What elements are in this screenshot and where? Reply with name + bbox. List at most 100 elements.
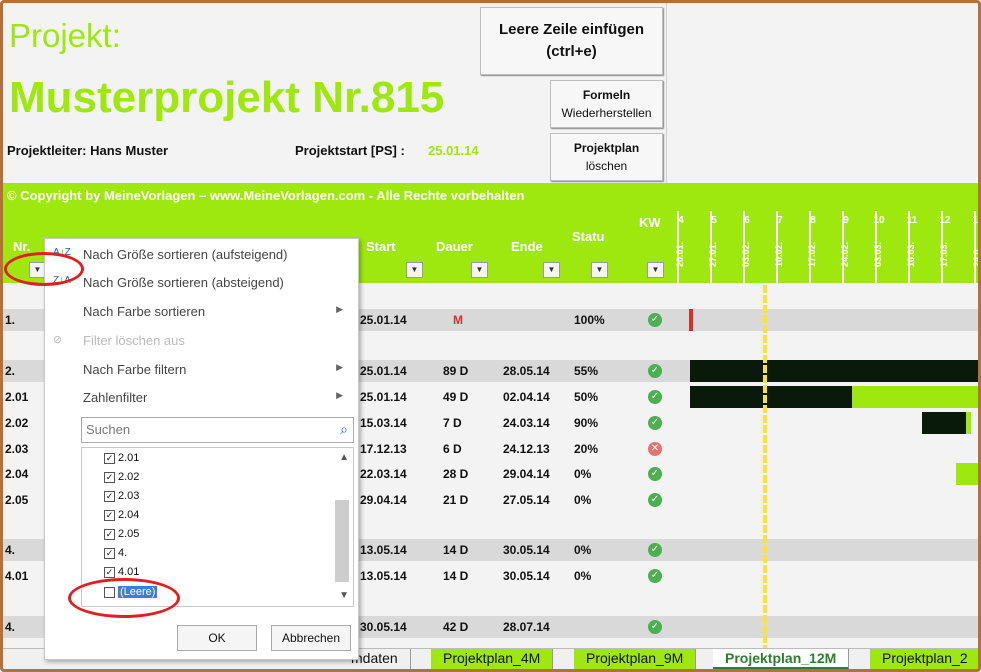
- cell-status: 0%: [574, 467, 592, 481]
- highlight-ring-filter: [4, 252, 84, 286]
- check-icon: ✓: [648, 364, 662, 378]
- checkbox-item[interactable]: ✓ 2.01: [104, 452, 139, 464]
- cell-nr: 2.: [5, 364, 16, 378]
- checkbox-item[interactable]: ✓ 2.03: [104, 490, 139, 502]
- gantt-week-cell: [896, 616, 918, 638]
- checkbox-label: 2.02: [118, 471, 140, 483]
- gantt-week-cell: [764, 616, 786, 638]
- cell-status: 0%: [574, 493, 592, 507]
- menu-number-filter-label: Zahlenfilter: [83, 390, 148, 405]
- col-nr: Nr.: [13, 239, 31, 254]
- project-label: Projekt:: [9, 17, 121, 54]
- gantt-week-cell: [731, 616, 753, 638]
- cell-nr: 2.01: [5, 390, 29, 404]
- scroll-down-icon[interactable]: ▼: [339, 590, 349, 601]
- checkbox-label: 2.05: [118, 528, 140, 540]
- cell-ende: 02.04.14: [503, 390, 550, 404]
- cell-start: 30.05.14: [360, 620, 407, 634]
- tab-projektplan-12m[interactable]: Projektplan_12M: [713, 649, 850, 669]
- menu-number-filter[interactable]: Zahlenfilter ▶: [83, 390, 353, 405]
- cell-dauer: 21 D: [443, 493, 469, 507]
- cell-ende: 28.05.14: [503, 364, 550, 378]
- cell-ende: 30.05.14: [503, 543, 550, 557]
- menu-clear-filter: Filter löschen aus: [83, 333, 185, 348]
- filter-dropdown-status[interactable]: ▼: [591, 262, 608, 278]
- highlight-ring-blank: [68, 578, 180, 618]
- search-icon: ⌕: [340, 421, 348, 437]
- cell-nr: 4.01: [5, 569, 29, 583]
- checkbox-item[interactable]: ✓ 2.05: [104, 528, 139, 540]
- menu-sort-desc[interactable]: Nach Größe sortieren (absteigend): [83, 275, 284, 290]
- checkbox-checked[interactable]: ✓: [104, 452, 115, 464]
- tab-projektplan-2[interactable]: Projektplan_2: [870, 649, 978, 669]
- cell-status: 90%: [574, 416, 599, 430]
- tab-projektplan-4m[interactable]: Projektplan_4M: [431, 649, 554, 669]
- gantt-bar-progress: [690, 386, 852, 408]
- check-icon: ✓: [648, 313, 662, 327]
- menu-sort-color-label: Nach Farbe sortieren: [83, 304, 206, 319]
- delete-plan-sub: löschen: [585, 159, 628, 173]
- cell-status: 50%: [574, 390, 599, 404]
- filter-dropdown-ende[interactable]: ▼: [543, 262, 560, 278]
- checkbox-item[interactable]: ✓ 2.04: [104, 509, 139, 521]
- cell-start: 15.03.14: [360, 416, 407, 430]
- list-scrollbar[interactable]: [335, 500, 349, 582]
- checkbox-item[interactable]: ✓ 4.: [104, 547, 127, 559]
- col-start: Start: [366, 239, 396, 254]
- week-date: 27.01.: [708, 241, 718, 267]
- menu-sort-color[interactable]: Nach Farbe sortieren ▶: [83, 304, 353, 319]
- insert-row-label: Leere Zeile einfügen: [498, 21, 645, 38]
- checkbox-checked[interactable]: ✓: [104, 566, 115, 578]
- cell-start: 13.05.14: [360, 569, 407, 583]
- gantt-week-cell: [731, 309, 753, 331]
- gantt-week-cell: [962, 616, 978, 638]
- cell-start: 13.05.14: [360, 543, 407, 557]
- project-leader: Projektleiter: Hans Muster: [7, 143, 169, 158]
- cell-ende: 30.05.14: [503, 569, 550, 583]
- check-icon: ✓: [648, 543, 662, 557]
- checkbox-checked[interactable]: ✓: [104, 490, 115, 502]
- cell-dauer: M: [453, 313, 463, 327]
- checkbox-item[interactable]: ✓ 2.02: [104, 471, 139, 483]
- checkbox-label: 2.01: [118, 452, 140, 464]
- gantt-week-cell: [929, 309, 951, 331]
- cell-nr: 2.03: [5, 442, 29, 456]
- week-date: 10.03.: [906, 241, 916, 267]
- cancel-button[interactable]: Abbrechen: [271, 625, 351, 651]
- menu-sort-asc[interactable]: Nach Größe sortieren (aufsteigend): [83, 247, 287, 262]
- checkbox-checked[interactable]: ✓: [104, 471, 115, 483]
- filter-dropdown-dauer[interactable]: ▼: [471, 262, 488, 278]
- menu-filter-color[interactable]: Nach Farbe filtern ▶: [83, 362, 353, 377]
- cell-status: 0%: [574, 569, 592, 583]
- delete-plan-button[interactable]: Projektplan löschen: [550, 133, 663, 181]
- check-icon: ✓: [648, 569, 662, 583]
- week-number: 8: [810, 215, 816, 226]
- cell-nr: 4.: [5, 543, 16, 557]
- week-number: 13: [972, 215, 978, 226]
- checkbox-checked[interactable]: ✓: [104, 528, 115, 540]
- insert-row-button[interactable]: Leere Zeile einfügen (ctrl+e): [480, 7, 663, 75]
- filter-dropdown-start[interactable]: ▼: [406, 262, 423, 278]
- gantt-week-cell: [797, 616, 819, 638]
- ok-button[interactable]: OK: [177, 625, 257, 651]
- project-name: Musterprojekt Nr.815: [9, 73, 445, 122]
- scroll-up-icon[interactable]: ▲: [339, 452, 349, 463]
- filter-dropdown-kw[interactable]: ▼: [647, 262, 664, 278]
- check-icon: ✓: [648, 416, 662, 430]
- checkbox-label: 2.03: [118, 490, 140, 502]
- checkbox-checked[interactable]: ✓: [104, 509, 115, 521]
- cell-ende: 24.12.13: [503, 442, 550, 456]
- tab-stammdaten[interactable]: mdaten: [351, 649, 411, 669]
- week-number: 10: [873, 215, 885, 226]
- tab-projektplan-9m[interactable]: Projektplan_9M: [574, 649, 697, 669]
- gantt-week-cell: [962, 309, 978, 331]
- checkbox-label: 2.04: [118, 509, 140, 521]
- check-icon: ✓: [648, 493, 662, 507]
- week-date: 24.0: [972, 249, 978, 267]
- checkbox-checked[interactable]: ✓: [104, 547, 115, 559]
- checkbox-item[interactable]: ✓ 4.01: [104, 566, 139, 578]
- restore-formulas-button[interactable]: Formeln Wiederherstellen: [550, 80, 663, 128]
- check-icon: ✓: [648, 467, 662, 481]
- project-start-value: 25.01.14: [428, 143, 479, 158]
- filter-search-input[interactable]: Suchen ⌕: [81, 417, 354, 443]
